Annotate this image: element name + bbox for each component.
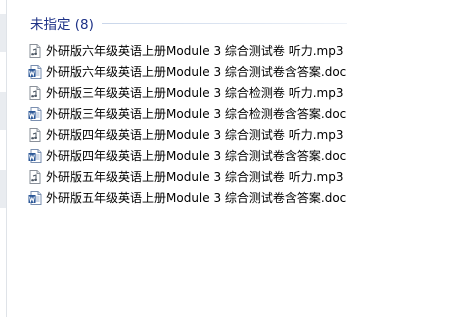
file-name: 外研版四年级英语上册Module 3 综合测试卷 听力.mp3 bbox=[46, 128, 344, 142]
file-name: 外研版四年级英语上册Module 3 综合测试卷含答案.doc bbox=[46, 149, 347, 163]
file-list-item[interactable]: 外研版四年级英语上册Module 3 综合测试卷含答案.doc bbox=[7, 145, 346, 166]
file-list-pane: 未指定 (8) 外研版六年级英语上册Module 3 综合测试卷 听力.mp3 … bbox=[7, 0, 460, 317]
file-list-item[interactable]: 外研版六年级英语上册Module 3 综合测试卷 听力.mp3 bbox=[7, 40, 346, 61]
nav-edge-segment bbox=[0, 14, 6, 52]
file-list-item[interactable]: 外研版五年级英语上册Module 3 综合测试卷 听力.mp3 bbox=[7, 166, 346, 187]
file-name: 外研版五年级英语上册Module 3 综合测试卷含答案.doc bbox=[46, 191, 347, 205]
group-divider bbox=[101, 22, 347, 24]
audio-file-icon bbox=[27, 43, 43, 59]
file-list-item[interactable]: 外研版三年级英语上册Module 3 综合检测卷 听力.mp3 bbox=[7, 82, 346, 103]
file-list-item[interactable]: 外研版五年级英语上册Module 3 综合测试卷含答案.doc bbox=[7, 187, 346, 208]
word-document-icon bbox=[27, 106, 43, 122]
file-name: 外研版五年级英语上册Module 3 综合测试卷 听力.mp3 bbox=[46, 170, 344, 184]
navigation-pane-edge bbox=[0, 0, 7, 317]
group-title: 未指定 (8) bbox=[30, 17, 94, 33]
nav-edge-segment bbox=[0, 170, 6, 208]
word-document-icon bbox=[27, 64, 43, 80]
file-list-item[interactable]: 外研版六年级英语上册Module 3 综合测试卷含答案.doc bbox=[7, 61, 346, 82]
group-header[interactable]: 未指定 (8) bbox=[7, 12, 460, 34]
audio-file-icon bbox=[27, 169, 43, 185]
file-name: 外研版三年级英语上册Module 3 综合检测卷含答案.doc bbox=[46, 107, 347, 121]
file-name: 外研版六年级英语上册Module 3 综合测试卷含答案.doc bbox=[46, 65, 347, 79]
file-list-item[interactable]: 外研版三年级英语上册Module 3 综合检测卷含答案.doc bbox=[7, 103, 346, 124]
file-name: 外研版三年级英语上册Module 3 综合检测卷 听力.mp3 bbox=[46, 86, 344, 100]
word-document-icon bbox=[27, 190, 43, 206]
nav-edge-segment bbox=[0, 92, 6, 130]
file-list: 外研版六年级英语上册Module 3 综合测试卷 听力.mp3 外研版六年级英语… bbox=[7, 40, 346, 208]
audio-file-icon bbox=[27, 127, 43, 143]
audio-file-icon bbox=[27, 85, 43, 101]
word-document-icon bbox=[27, 148, 43, 164]
file-name: 外研版六年级英语上册Module 3 综合测试卷 听力.mp3 bbox=[46, 44, 344, 58]
file-list-item[interactable]: 外研版四年级英语上册Module 3 综合测试卷 听力.mp3 bbox=[7, 124, 346, 145]
